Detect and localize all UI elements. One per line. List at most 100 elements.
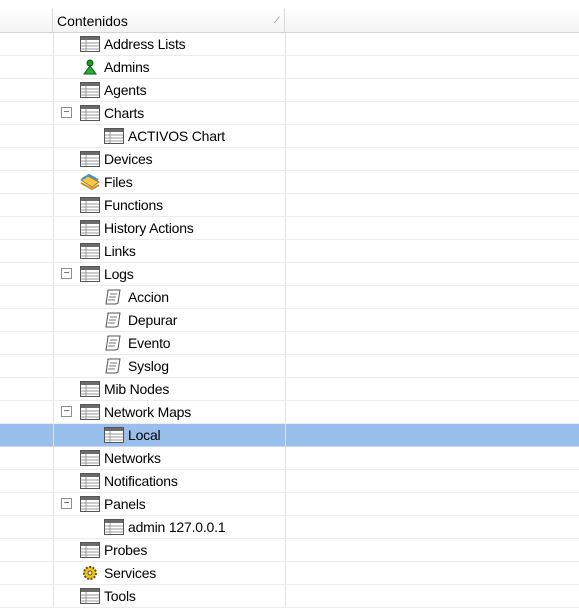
tree-node-label: Accion bbox=[128, 289, 169, 305]
column-divider bbox=[285, 263, 286, 285]
tree-node[interactable]: History Actions bbox=[80, 217, 194, 239]
table-icon bbox=[80, 243, 100, 259]
tree-node-label: Logs bbox=[104, 266, 134, 282]
column-divider bbox=[285, 424, 286, 446]
tree-row[interactable]: Files bbox=[0, 171, 579, 194]
tree-node[interactable]: admin 127.0.0.1 bbox=[104, 516, 226, 538]
column-divider bbox=[53, 401, 54, 423]
tree-node[interactable]: Charts bbox=[80, 102, 144, 124]
tree-node[interactable]: Tools bbox=[80, 585, 136, 607]
column-divider bbox=[285, 332, 286, 354]
tree-row[interactable]: Tools bbox=[0, 585, 579, 608]
column-divider bbox=[285, 378, 286, 400]
column-divider bbox=[285, 102, 286, 124]
tree-node[interactable]: Networks bbox=[80, 447, 161, 469]
tree-rows: Address Lists Admins Agents − Charts ACTIVOS … bbox=[0, 33, 579, 608]
collapse-toggle-icon[interactable]: − bbox=[61, 268, 72, 279]
column-divider bbox=[53, 125, 54, 147]
column-divider bbox=[53, 309, 54, 331]
tree-node[interactable]: Network Maps bbox=[80, 401, 191, 423]
collapse-toggle-icon[interactable]: − bbox=[61, 107, 72, 118]
tree-node[interactable]: Probes bbox=[80, 539, 147, 561]
tree-node[interactable]: Links bbox=[80, 240, 136, 262]
tree-node[interactable]: Address Lists bbox=[80, 33, 186, 55]
column-divider bbox=[53, 424, 54, 446]
tree-node[interactable]: Admins bbox=[80, 56, 150, 78]
column-divider bbox=[53, 470, 54, 492]
tree-row[interactable]: Admins bbox=[0, 56, 579, 79]
tree-node[interactable]: Notifications bbox=[80, 470, 178, 492]
tree-row[interactable]: ACTIVOS Chart bbox=[0, 125, 579, 148]
tree-node-label: Panels bbox=[104, 496, 146, 512]
column-divider bbox=[53, 79, 54, 101]
collapse-toggle-icon[interactable]: − bbox=[61, 406, 72, 417]
column-divider bbox=[285, 401, 286, 423]
tree-row[interactable]: Devices bbox=[0, 148, 579, 171]
tree-node[interactable]: Syslog bbox=[104, 355, 169, 377]
column-divider bbox=[53, 171, 54, 193]
tree-row[interactable]: Evento bbox=[0, 332, 579, 355]
tree-row[interactable]: − Panels bbox=[0, 493, 579, 516]
column-divider bbox=[53, 194, 54, 216]
tree-row[interactable]: Notifications bbox=[0, 470, 579, 493]
tree-node-label: Charts bbox=[104, 105, 145, 121]
collapse-toggle-icon[interactable]: − bbox=[61, 498, 72, 509]
tree-node[interactable]: Logs bbox=[80, 263, 134, 285]
tree-node-label: Address Lists bbox=[104, 36, 186, 52]
table-icon bbox=[80, 105, 100, 121]
table-icon bbox=[80, 266, 100, 282]
tree-row[interactable]: Links bbox=[0, 240, 579, 263]
tree-row[interactable]: History Actions bbox=[0, 217, 579, 240]
tree-node[interactable]: Files bbox=[80, 171, 133, 193]
column-divider bbox=[53, 148, 54, 170]
table-icon bbox=[80, 542, 100, 558]
tree-node[interactable]: Evento bbox=[104, 332, 171, 354]
tree-row[interactable]: Services bbox=[0, 562, 579, 585]
tree-node-label: Probes bbox=[104, 542, 148, 558]
tree-node[interactable]: Accion bbox=[104, 286, 169, 308]
table-icon bbox=[80, 220, 100, 236]
tree-node[interactable]: Agents bbox=[80, 79, 147, 101]
column-divider bbox=[285, 125, 286, 147]
tree-node-label: Syslog bbox=[128, 358, 169, 374]
tree-row[interactable]: Mib Nodes bbox=[0, 378, 579, 401]
table-icon bbox=[104, 128, 124, 144]
column-divider bbox=[53, 539, 54, 561]
tree-node[interactable]: Mib Nodes bbox=[80, 378, 169, 400]
tree-row[interactable]: − Logs bbox=[0, 263, 579, 286]
tree-row[interactable]: Probes bbox=[0, 539, 579, 562]
tree-row[interactable]: − Network Maps bbox=[0, 401, 579, 424]
tree-row[interactable]: − Charts bbox=[0, 102, 579, 125]
tree-node[interactable]: Panels bbox=[80, 493, 146, 515]
tree-node[interactable]: Functions bbox=[80, 194, 163, 216]
column-divider bbox=[285, 171, 286, 193]
tree-row[interactable]: Networks bbox=[0, 447, 579, 470]
tree-node-label: Local bbox=[128, 427, 161, 443]
log-scroll-icon bbox=[104, 335, 124, 351]
tree-row[interactable]: Functions bbox=[0, 194, 579, 217]
column-divider bbox=[285, 286, 286, 308]
log-scroll-icon bbox=[104, 358, 124, 374]
header-spacer bbox=[0, 9, 53, 32]
tree-node[interactable]: ACTIVOS Chart bbox=[104, 125, 225, 147]
tree-node[interactable]: Devices bbox=[80, 148, 153, 170]
tree-row[interactable]: Address Lists bbox=[0, 33, 579, 56]
tree-node-label: Files bbox=[104, 174, 133, 190]
column-divider bbox=[53, 332, 54, 354]
tree-node[interactable]: Services bbox=[80, 562, 156, 584]
column-divider bbox=[285, 148, 286, 170]
column-header-contenidos[interactable]: Contenidos ⁄ bbox=[53, 9, 285, 32]
tree-row[interactable]: Agents bbox=[0, 79, 579, 102]
tree-row[interactable]: admin 127.0.0.1 bbox=[0, 516, 579, 539]
tree-row[interactable]: Local bbox=[0, 424, 579, 447]
tree-row[interactable]: Accion bbox=[0, 286, 579, 309]
column-divider bbox=[53, 562, 54, 584]
admin-user-icon bbox=[80, 59, 100, 75]
table-icon bbox=[80, 82, 100, 98]
tree-node[interactable]: Local bbox=[104, 424, 161, 446]
column-divider bbox=[53, 263, 54, 285]
tree-node[interactable]: Depurar bbox=[104, 309, 177, 331]
column-divider bbox=[285, 56, 286, 78]
tree-row[interactable]: Syslog bbox=[0, 355, 579, 378]
tree-row[interactable]: Depurar bbox=[0, 309, 579, 332]
